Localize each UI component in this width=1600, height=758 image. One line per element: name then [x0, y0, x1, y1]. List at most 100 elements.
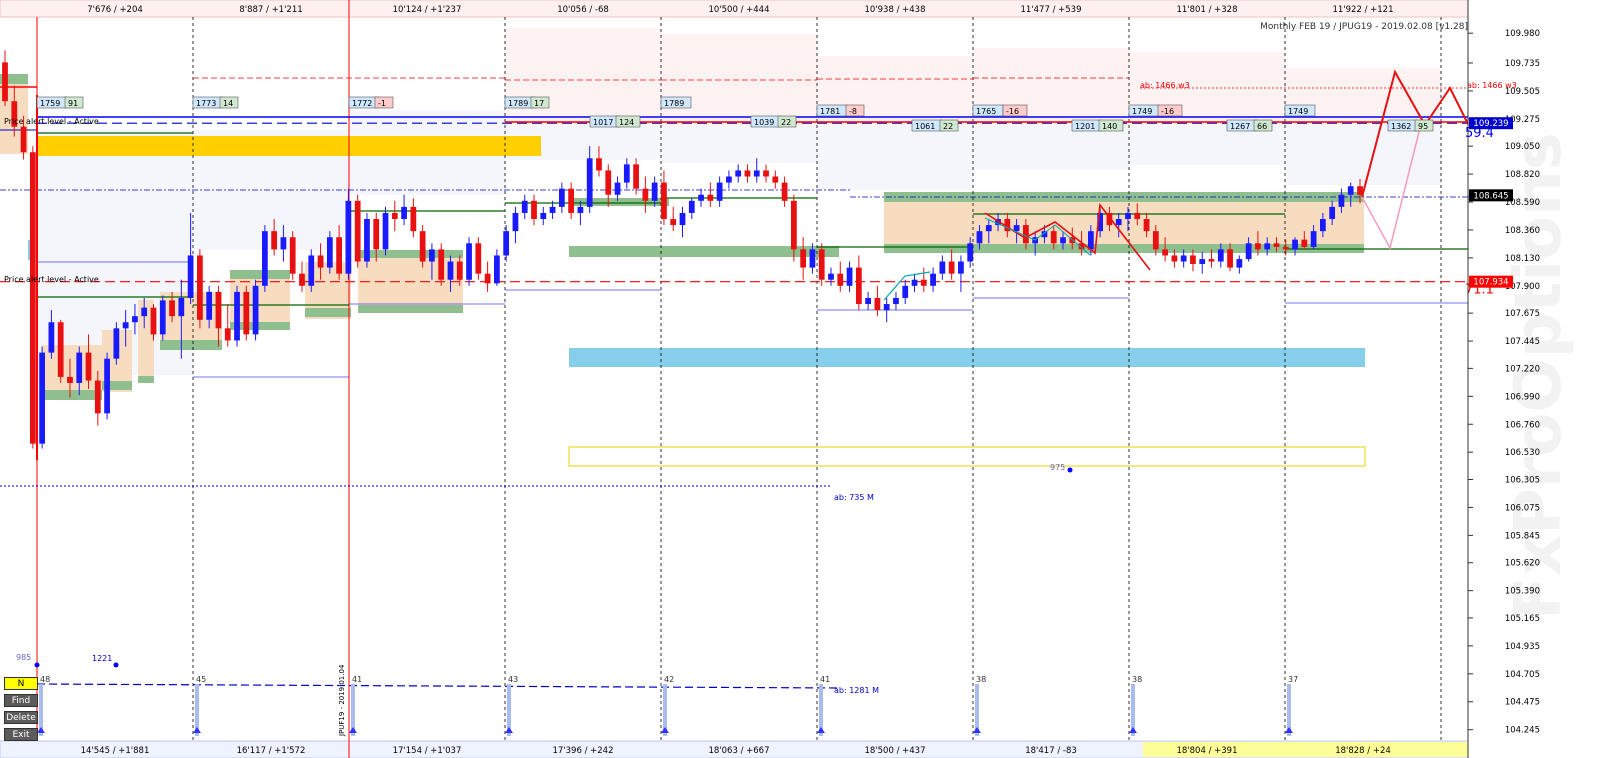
- candle: [197, 255, 203, 320]
- candle: [39, 352, 46, 444]
- ab-label-4: ab: 735 M: [834, 493, 874, 502]
- candle: [48, 322, 55, 353]
- candle: [2, 62, 8, 102]
- candle: [753, 170, 760, 177]
- candle: [586, 158, 593, 207]
- candle: [252, 285, 259, 335]
- candle: [1310, 231, 1317, 247]
- info-box-label: 1362: [1391, 122, 1411, 131]
- n-button[interactable]: N: [4, 677, 38, 690]
- candle: [20, 126, 27, 153]
- candle: [1143, 219, 1150, 232]
- candle: [651, 182, 658, 201]
- green-zone: [160, 340, 222, 350]
- candle: [1180, 255, 1187, 262]
- candle: [132, 316, 138, 323]
- info-box-label: -16: [1161, 107, 1174, 116]
- dot-label: 1221: [92, 654, 112, 663]
- top-bar-label: 10'124 / +1'237: [393, 5, 462, 15]
- candle: [67, 376, 73, 383]
- volume-label: 38: [1132, 675, 1142, 684]
- candle: [1152, 231, 1159, 250]
- candle: [670, 219, 677, 226]
- info-box-label: 1267: [1230, 122, 1250, 131]
- axis-tick-label: 109.505: [1505, 87, 1540, 97]
- dot-marker: [113, 662, 119, 668]
- info-box-label: 140: [1102, 122, 1117, 131]
- volume-label: 41: [820, 675, 830, 684]
- candle: [1347, 186, 1354, 195]
- bottom-bar-label: 18'417 / -83: [1025, 746, 1077, 756]
- candle: [763, 170, 769, 177]
- candle: [1013, 225, 1020, 232]
- candle: [716, 182, 723, 201]
- delete-button[interactable]: Delete: [4, 711, 38, 724]
- red-range-zone: [505, 28, 661, 123]
- top-bar-label: 10'056 / -68: [557, 5, 609, 15]
- candle: [939, 261, 946, 274]
- volume-label: 43: [508, 675, 518, 684]
- bottom-bar-label: 16'117 / +1'572: [237, 746, 306, 756]
- alert-label-top: Price alert level - Active: [4, 117, 99, 126]
- candle: [169, 300, 175, 317]
- candle: [141, 307, 148, 317]
- candle: [345, 200, 352, 274]
- volume-ab-label: ab: 1281 M: [834, 686, 879, 695]
- top-bar-label: 10'500 / +444: [709, 5, 770, 15]
- volume-label: 48: [40, 675, 50, 684]
- top-bar-label: 11'801 / +328: [1177, 5, 1238, 15]
- candle: [688, 200, 695, 213]
- volume-label: 37: [1288, 675, 1298, 684]
- candle: [577, 206, 584, 213]
- find-button[interactable]: Find: [4, 694, 38, 707]
- volume-label: 45: [196, 675, 206, 684]
- exit-button[interactable]: Exit: [4, 728, 38, 741]
- info-box-label: 1789: [664, 99, 684, 108]
- info-box-label: 17: [534, 99, 544, 108]
- candle: [893, 297, 899, 305]
- candle: [391, 212, 398, 220]
- info-box-label: 95: [1418, 122, 1428, 131]
- info-box-label: 1759: [40, 99, 60, 108]
- axis-tick-label: 109.980: [1505, 29, 1540, 39]
- candle: [1134, 212, 1141, 220]
- candle: [902, 285, 909, 298]
- bottom-bar-label: 18'828 / +24: [1335, 746, 1391, 756]
- candle: [1255, 243, 1261, 250]
- candle: [512, 212, 519, 232]
- candle: [104, 358, 110, 414]
- candle: [206, 291, 213, 320]
- candle: [234, 291, 240, 341]
- info-box-label: 1749: [1288, 107, 1308, 116]
- chart-title: Monthly FEB 19 / JPUG19 - 2019.02.08 [v1…: [1260, 22, 1468, 32]
- candle: [456, 261, 463, 280]
- candle: [94, 380, 101, 414]
- orange-zone: [358, 255, 463, 312]
- candle: [1329, 206, 1336, 220]
- dot-label: 985: [16, 653, 31, 662]
- top-bar-label: 7'676 / +204: [87, 5, 143, 15]
- axis-tick-label: 104.705: [1505, 670, 1540, 680]
- bottom-bar-label: 17'154 / +1'037: [393, 746, 462, 756]
- candle: [605, 170, 612, 195]
- info-box-label: 124: [619, 118, 634, 127]
- green-zone: [358, 305, 463, 313]
- bottom-bar-labels: 14'545 / +1'881 16'117 / +1'572 17'154 / +…: [81, 746, 1391, 756]
- volume-label: 41: [352, 675, 362, 684]
- candle: [29, 152, 36, 444]
- candle: [679, 212, 686, 226]
- candle: [484, 273, 491, 284]
- candle: [614, 182, 621, 195]
- green-zone: [358, 250, 463, 258]
- candle: [707, 194, 714, 201]
- candle: [1087, 231, 1094, 250]
- candle: [326, 237, 333, 268]
- bottom-bar-label: 18'500 / +437: [865, 746, 926, 756]
- candle: [289, 237, 296, 274]
- candle: [1301, 239, 1308, 247]
- candle: [1208, 259, 1215, 262]
- candle: [113, 328, 120, 359]
- candle: [494, 255, 500, 284]
- candle: [215, 291, 222, 329]
- candle: [1050, 231, 1057, 244]
